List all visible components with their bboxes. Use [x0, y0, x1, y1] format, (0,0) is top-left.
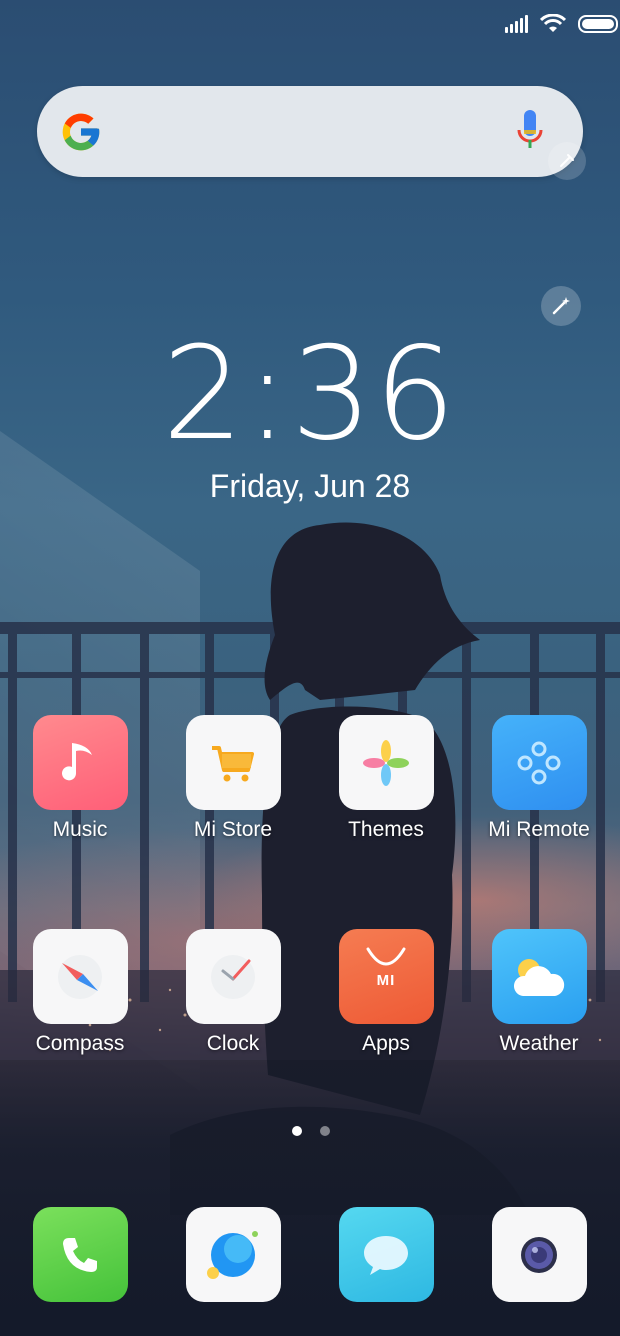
browser-icon [185, 1207, 281, 1302]
google-search-bar[interactable] [37, 86, 583, 177]
clock-icon [185, 929, 281, 1024]
music-note-icon [32, 715, 128, 810]
wifi-icon [540, 14, 566, 32]
dock-camera[interactable] [469, 1207, 609, 1302]
dock-messaging[interactable] [316, 1207, 456, 1302]
app-label: Compass [35, 1032, 125, 1055]
page-dot-active[interactable] [292, 1126, 302, 1136]
app-music[interactable]: Music [10, 715, 150, 842]
app-label: Weather [499, 1032, 579, 1055]
search-widget-settings-icon[interactable] [548, 142, 586, 180]
app-mi-store[interactable]: Mi Store [163, 715, 303, 842]
app-weather[interactable]: Weather [469, 929, 609, 1056]
app-mi-remote[interactable]: Mi Remote [469, 715, 609, 842]
dock-phone[interactable] [10, 1207, 150, 1302]
status-bar [505, 10, 620, 38]
app-label: Mi Store [193, 818, 273, 841]
weather-icon [491, 929, 587, 1024]
app-label: Themes [348, 818, 424, 841]
dock-browser[interactable] [163, 1207, 303, 1302]
app-label: Clock [206, 1032, 260, 1055]
remote-icon [491, 715, 587, 810]
app-themes[interactable]: Themes [316, 715, 456, 842]
magic-wand-icon[interactable] [541, 286, 581, 326]
app-badge: MI [376, 972, 396, 989]
page-indicator[interactable] [292, 1126, 330, 1136]
phone-icon [32, 1207, 128, 1302]
app-clock[interactable]: Clock [163, 929, 303, 1056]
app-label: Apps [362, 1032, 410, 1055]
messaging-icon [338, 1207, 434, 1302]
compass-icon [32, 929, 128, 1024]
app-apps[interactable]: MI Apps [316, 929, 456, 1056]
cart-icon [185, 715, 281, 810]
google-g-icon [62, 113, 100, 151]
pinwheel-icon [338, 715, 434, 810]
app-compass[interactable]: Compass [10, 929, 150, 1056]
mic-icon[interactable] [515, 108, 545, 158]
app-label: Music [52, 818, 108, 841]
battery-icon [578, 15, 618, 33]
signal-icon [505, 15, 528, 33]
clock-widget-date[interactable]: Friday, Jun 28 [0, 468, 620, 505]
shopping-bag-icon: MI [338, 929, 434, 1024]
page-dot[interactable] [320, 1126, 330, 1136]
clock-widget-time[interactable]: 2:36 [0, 330, 620, 460]
camera-icon [491, 1207, 587, 1302]
app-label: Mi Remote [488, 818, 590, 841]
